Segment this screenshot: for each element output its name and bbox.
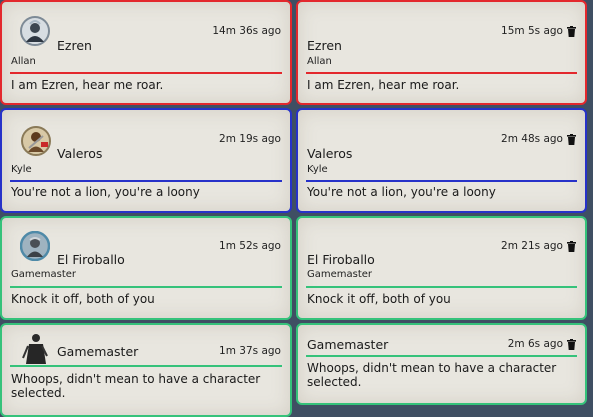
player-name: Kyle — [11, 164, 32, 175]
message-divider — [10, 286, 282, 288]
message-timestamp: 15m 5s ago — [501, 25, 563, 37]
message-text: Whoops, didn't mean to have a character … — [307, 361, 557, 389]
message-text: You're not a lion, you're a loony — [11, 185, 200, 199]
speaker-name: Valeros — [57, 146, 103, 161]
message-divider — [306, 286, 577, 288]
message-timestamp: 2m 6s ago — [507, 338, 563, 350]
message-text: Knock it off, both of you — [11, 292, 155, 306]
message-divider — [306, 72, 577, 74]
message-timestamp: 14m 36s ago — [212, 25, 281, 37]
chat-log-comparison: Ezren 14m 36s ago Allan I am Ezren, hear… — [0, 0, 593, 417]
trash-icon[interactable] — [567, 241, 576, 252]
player-name: Allan — [307, 56, 332, 67]
player-name: Gamemaster — [11, 269, 77, 280]
speaker-name: Valeros — [307, 146, 353, 161]
player-name: Allan — [11, 56, 36, 67]
gamemaster-figure-icon[interactable] — [20, 332, 50, 364]
chat-message-card[interactable]: Valeros 2m 48s ago Kyle You're not a lio… — [296, 108, 587, 213]
speaker-name: El Firoballo — [307, 252, 375, 267]
message-divider — [306, 355, 577, 357]
message-text: I am Ezren, hear me roar. — [11, 78, 164, 92]
message-timestamp: 2m 21s ago — [501, 240, 563, 252]
message-timestamp: 1m 37s ago — [219, 345, 281, 357]
chat-message-card[interactable]: El Firoballo 2m 21s ago Gamemaster Knock… — [296, 216, 587, 320]
message-divider — [306, 180, 577, 182]
speaker-name: Ezren — [307, 38, 342, 53]
message-text: You're not a lion, you're a loony — [307, 185, 496, 199]
ezren-token-icon[interactable] — [20, 16, 50, 46]
speaker-name: Gamemaster — [57, 344, 139, 359]
player-name: Gamemaster — [307, 269, 373, 280]
trash-icon[interactable] — [567, 26, 576, 37]
chat-message-card[interactable]: Valeros 2m 19s ago Kyle You're not a lio… — [0, 108, 292, 213]
trash-icon[interactable] — [567, 339, 576, 350]
message-text: Knock it off, both of you — [307, 292, 451, 306]
message-divider — [10, 180, 282, 182]
valeros-token-icon[interactable] — [21, 126, 51, 156]
message-timestamp: 1m 52s ago — [219, 240, 281, 252]
message-divider — [10, 72, 282, 74]
message-text: Whoops, didn't mean to have a character … — [11, 372, 261, 400]
message-timestamp: 2m 19s ago — [219, 133, 281, 145]
chat-message-card[interactable]: Ezren 15m 5s ago Allan I am Ezren, hear … — [296, 0, 587, 105]
speaker-name: El Firoballo — [57, 252, 125, 267]
speaker-name: Ezren — [57, 38, 92, 53]
player-name: Kyle — [307, 164, 328, 175]
message-timestamp: 2m 48s ago — [501, 133, 563, 145]
chat-message-card[interactable]: El Firoballo 1m 52s ago Gamemaster Knock… — [0, 216, 292, 320]
message-text: I am Ezren, hear me roar. — [307, 78, 460, 92]
el-firoballo-token-icon[interactable] — [20, 231, 50, 261]
chat-message-card[interactable]: Ezren 14m 36s ago Allan I am Ezren, hear… — [0, 0, 292, 105]
chat-message-card[interactable]: Gamemaster 2m 6s ago Whoops, didn't mean… — [296, 323, 587, 405]
chat-message-card[interactable]: Gamemaster 1m 37s ago Whoops, didn't mea… — [0, 323, 292, 417]
message-divider — [10, 365, 282, 367]
speaker-name: Gamemaster — [307, 337, 389, 352]
trash-icon[interactable] — [567, 134, 576, 145]
